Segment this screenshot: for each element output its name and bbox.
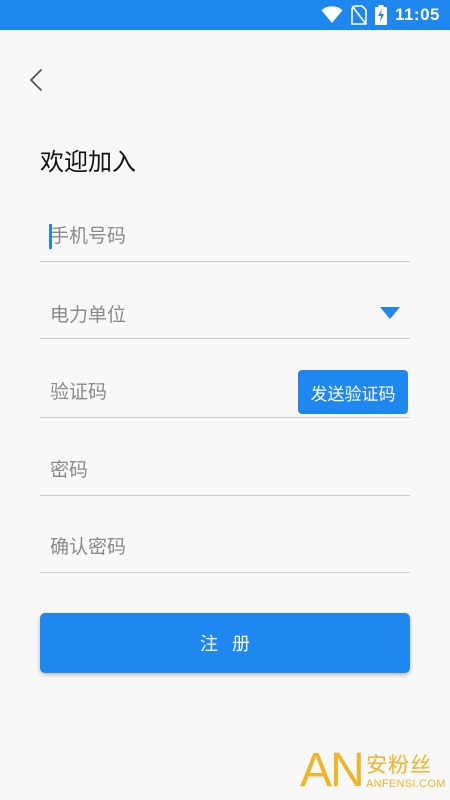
wifi-icon (321, 6, 343, 23)
password-field (40, 445, 410, 496)
register-button[interactable]: 注册 (40, 613, 410, 673)
watermark-letters: AN (300, 744, 365, 797)
password-input[interactable] (50, 453, 290, 487)
send-code-button[interactable]: 发送验证码 (298, 370, 408, 414)
back-button[interactable] (22, 64, 52, 96)
verification-code-field: 发送验证码 (40, 367, 410, 418)
watermark-en-text: ANFENSI.COM (366, 778, 446, 790)
watermark-logo: AN 安粉丝 ANFENSI.COM (300, 745, 450, 800)
power-unit-label: 电力单位 (50, 304, 127, 326)
text-cursor (49, 224, 52, 249)
watermark-cn-text: 安粉丝 (366, 753, 432, 777)
verification-code-input[interactable] (50, 375, 250, 409)
no-sim-icon (351, 5, 367, 25)
power-unit-select[interactable]: 电力单位 (40, 288, 410, 339)
confirm-password-input[interactable] (50, 530, 290, 564)
confirm-password-field (40, 522, 410, 573)
triangle-down-icon (380, 307, 400, 319)
battery-charging-icon (374, 5, 387, 25)
page-title: 欢迎加入 (40, 148, 136, 176)
phone-input[interactable] (50, 219, 290, 253)
phone-field (40, 211, 410, 262)
status-bar: 11:05 (0, 0, 450, 30)
status-icons: 11:05 (321, 0, 440, 30)
status-time: 11:05 (394, 5, 440, 24)
chevron-left-icon (30, 69, 42, 91)
